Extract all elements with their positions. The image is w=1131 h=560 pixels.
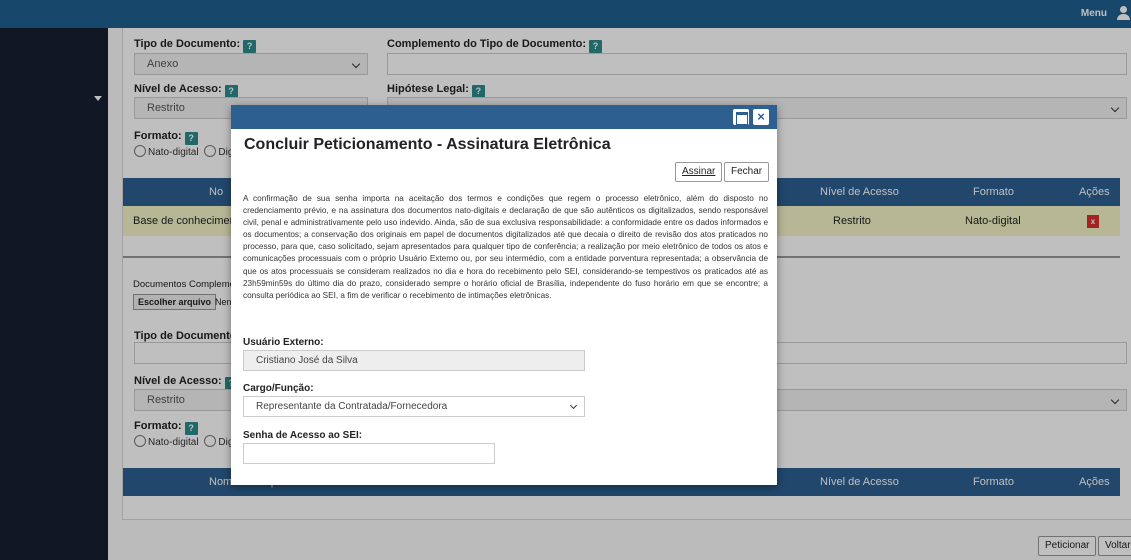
close-icon[interactable]: × (753, 109, 769, 125)
signature-modal: × Concluir Peticionamento - Assinatura E… (231, 105, 777, 485)
modal-title: Concluir Peticionamento - Assinatura Ele… (244, 136, 611, 153)
fechar-button[interactable]: Fechar (724, 162, 770, 182)
usuario-externo-field: Cristiano José da Silva (243, 350, 585, 371)
cargo-funcao-label: Cargo/Função: (243, 383, 314, 394)
senha-input[interactable] (243, 443, 495, 464)
chevron-down-icon (569, 401, 578, 410)
usuario-externo-label: Usuário Externo: (243, 337, 324, 348)
maximize-icon[interactable] (733, 109, 749, 125)
modal-title-bar: × (231, 105, 777, 129)
assinar-button[interactable]: Assinar (675, 162, 723, 182)
cargo-funcao-select[interactable]: Representante da Contratada/Fornecedora (243, 396, 585, 417)
senha-label: Senha de Acesso ao SEI: (243, 430, 363, 441)
terms-text: A confirmação de sua senha importa na ac… (243, 194, 768, 300)
